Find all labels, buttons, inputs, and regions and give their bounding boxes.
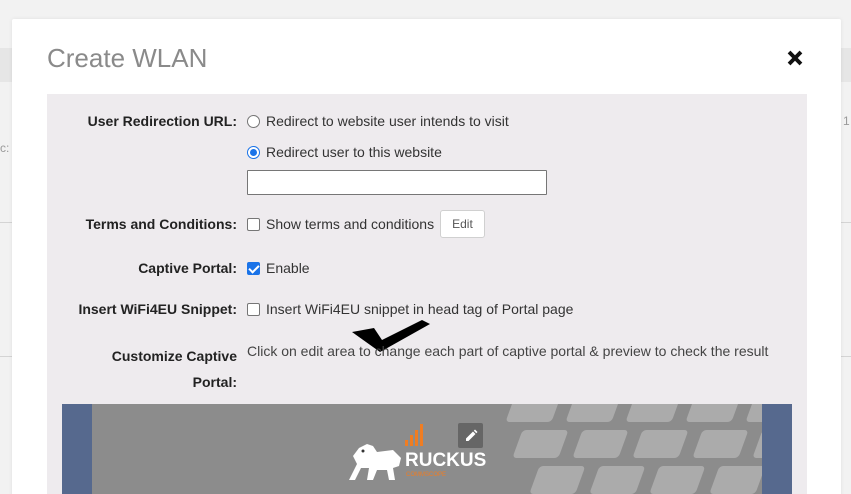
customize-portal-label-line2: Portal:	[192, 374, 237, 390]
user-redirection-label: User Redirection URL:	[87, 113, 237, 129]
close-icon	[787, 50, 803, 66]
close-button[interactable]	[784, 47, 808, 71]
wlan-form-panel: User Redirection URL: Redirect to websit…	[47, 94, 807, 494]
redirect-custom-radio[interactable]	[247, 145, 260, 159]
logo-text: RUCKUS	[405, 450, 486, 471]
captive-portal-checkbox[interactable]	[247, 261, 260, 275]
terms-label: Terms and Conditions:	[85, 216, 237, 232]
edit-logo-button[interactable]	[458, 423, 483, 448]
redirect-intended-label: Redirect to website user intends to visi…	[266, 113, 509, 129]
redirect-custom-option[interactable]: Redirect user to this website	[247, 144, 442, 160]
customize-portal-label: Customize Captive Portal:	[37, 343, 237, 395]
customize-portal-description: Click on edit area to change each part o…	[247, 343, 769, 359]
terms-edit-button[interactable]: Edit	[440, 210, 485, 238]
captive-portal-option[interactable]: Enable	[247, 260, 310, 276]
ruckus-logo: RUCKUS COMMSCOPE	[349, 424, 486, 480]
wifi4eu-label: Insert WiFi4EU Snippet:	[78, 301, 237, 317]
captive-portal-checkbox-label: Enable	[266, 260, 310, 276]
redirect-intended-radio[interactable]	[247, 114, 260, 128]
redirect-custom-label: Redirect user to this website	[266, 144, 442, 160]
terms-checkbox-label: Show terms and conditions	[266, 216, 435, 232]
portal-preview-canvas[interactable]: RUCKUS COMMSCOPE	[92, 404, 762, 494]
dialog-title: Create WLAN	[47, 43, 208, 73]
captive-portal-label: Captive Portal:	[138, 260, 237, 276]
background-text-fragment: 1	[843, 114, 850, 128]
redirect-intended-option[interactable]: Redirect to website user intends to visi…	[247, 113, 509, 129]
create-wlan-dialog: Create WLAN User Redirection URL: Redire…	[12, 19, 841, 494]
terms-option: Show terms and conditions Edit	[247, 210, 485, 238]
background-text-fragment: c:	[0, 141, 10, 155]
wifi4eu-checkbox[interactable]	[247, 302, 260, 316]
wifi4eu-checkbox-label: Insert WiFi4EU snippet in head tag of Po…	[266, 301, 574, 317]
terms-checkbox[interactable]	[247, 217, 260, 231]
redirect-url-input[interactable]	[247, 170, 547, 195]
pencil-icon	[465, 429, 477, 441]
wifi4eu-option[interactable]: Insert WiFi4EU snippet in head tag of Po…	[247, 301, 573, 317]
captive-portal-preview[interactable]: RUCKUS COMMSCOPE	[62, 404, 792, 494]
customize-portal-label-line1: Customize Captive	[111, 348, 237, 364]
logo-subtext: COMMSCOPE	[406, 472, 446, 478]
